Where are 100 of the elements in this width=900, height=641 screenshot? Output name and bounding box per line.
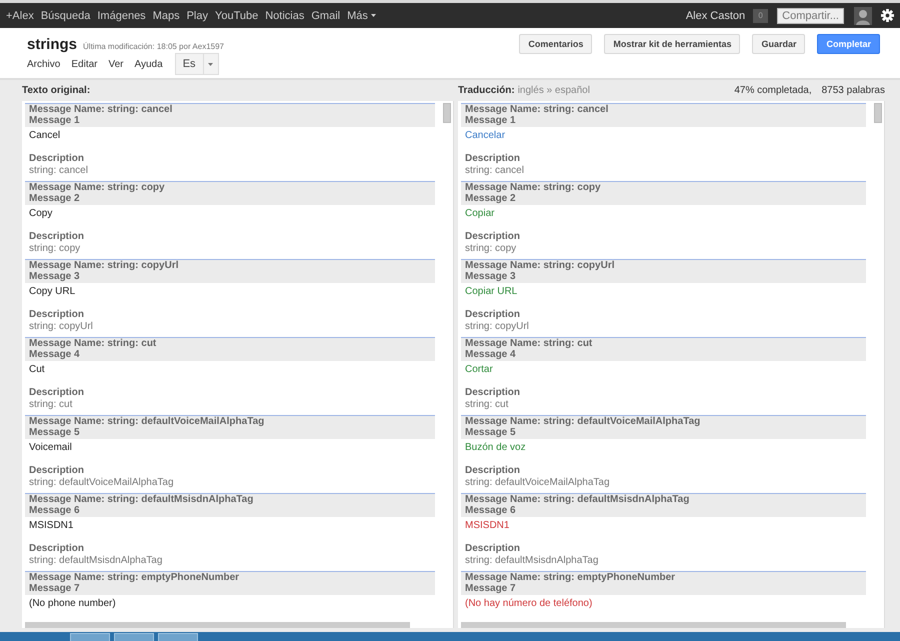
translated-text[interactable]: (No hay número de teléfono) <box>465 596 862 610</box>
description-label: Description <box>465 152 522 164</box>
description-label: Description <box>465 542 522 554</box>
message-number: Message 5 <box>29 427 81 438</box>
message-name: Message Name: string: defaultMsisdnAlphaTag <box>29 494 254 505</box>
description-text: string: cut <box>29 398 74 410</box>
share-button[interactable]: Compartir... <box>777 8 844 24</box>
word-count: 8753 palabras <box>822 85 885 96</box>
menu-item[interactable]: Editar <box>71 58 98 70</box>
description-text: string: copy <box>465 242 518 254</box>
message-name: Message Name: string: copy <box>29 182 166 193</box>
source-text: Cancel <box>29 128 62 142</box>
description-text: string: copyUrl <box>465 320 530 332</box>
horizontal-scrollbar[interactable] <box>461 622 846 628</box>
toolbar-button[interactable]: Mostrar kit de herramientas <box>604 34 740 54</box>
message-number: Message 3 <box>29 271 81 282</box>
message-name: Message Name: string: defaultVoiceMailAlphaTag <box>29 416 266 427</box>
message-number: Message 1 <box>29 115 81 126</box>
translated-text[interactable]: Cancelar <box>465 128 862 142</box>
description-label: Description <box>465 230 522 242</box>
translated-text[interactable]: Copiar <box>465 206 862 220</box>
nav-link[interactable]: Noticias <box>265 10 304 22</box>
translated-text[interactable]: Copiar URL <box>465 284 862 298</box>
nav-link[interactable]: Búsqueda <box>40 10 90 22</box>
message-name: Message Name: string: defaultMsisdnAlphaTag <box>465 494 690 505</box>
avatar[interactable] <box>854 6 872 24</box>
source-text: Voicemail <box>29 440 73 454</box>
source-text: MSISDN1 <box>29 518 74 532</box>
description-text: string: cancel <box>465 164 525 176</box>
message-number: Message 1 <box>465 115 517 126</box>
message-name: Message Name: string: cancel <box>465 104 610 115</box>
description-label: Description <box>29 152 86 164</box>
message-number: Message 2 <box>29 193 81 204</box>
horizontal-scrollbar[interactable] <box>25 622 410 628</box>
message-number: Message 6 <box>465 505 517 516</box>
description-text: string: cancel <box>29 164 89 176</box>
message-number: Message 2 <box>465 193 517 204</box>
source-text: (No phone number) <box>29 596 117 610</box>
description-label: Description <box>29 308 86 320</box>
message-name: Message Name: string: copy <box>465 182 602 193</box>
message-name: Message Name: string: copyUrl <box>29 260 180 271</box>
description-label: Description <box>29 464 86 476</box>
user-name[interactable]: Alex Caston <box>686 10 746 22</box>
taskbar-button[interactable] <box>114 633 154 641</box>
description-label: Description <box>29 386 86 398</box>
language-pair: inglés » español <box>518 85 590 96</box>
translated-text[interactable]: MSISDN1 <box>465 518 862 532</box>
document-title: strings <box>27 36 78 52</box>
nav-link[interactable]: Gmail <box>311 10 340 22</box>
message-number: Message 6 <box>29 505 81 516</box>
settings-icon[interactable] <box>881 9 894 22</box>
message-name: Message Name: string: emptyPhoneNumber <box>465 572 676 583</box>
message-number: Message 4 <box>465 349 517 360</box>
message-number: Message 7 <box>465 583 517 594</box>
description-text: string: defaultVoiceMailAlphaTag <box>465 476 611 488</box>
description-text: string: copy <box>29 242 82 254</box>
nav-link[interactable]: Maps <box>152 10 180 22</box>
nav-link[interactable]: Play <box>186 10 208 22</box>
progress-text: 47% completada, <box>734 85 812 96</box>
message-name: Message Name: string: cut <box>29 338 158 349</box>
description-label: Description <box>465 464 522 476</box>
message-name: Message Name: string: defaultVoiceMailAlphaTag <box>465 416 702 427</box>
caret-icon <box>370 14 376 17</box>
description-label: Description <box>465 308 522 320</box>
menu-item[interactable]: Archivo <box>27 58 60 70</box>
panel-heading: Traducción: <box>458 85 515 96</box>
taskbar-button[interactable] <box>70 633 110 641</box>
panel-heading: Texto original: <box>22 85 90 96</box>
description-text: string: defaultMsisdnAlphaTag <box>29 554 164 566</box>
menu-item[interactable]: Ver <box>108 58 124 70</box>
nav-link[interactable]: Imágenes <box>97 10 146 22</box>
source-text: Cut <box>29 362 46 376</box>
scrollbar-thumb[interactable] <box>874 102 882 122</box>
message-name: Message Name: string: cancel <box>29 104 174 115</box>
description-text: string: defaultMsisdnAlphaTag <box>465 554 600 566</box>
nav-link[interactable]: +Alex <box>6 10 34 22</box>
message-name: Message Name: string: cut <box>465 338 594 349</box>
message-number: Message 7 <box>29 583 81 594</box>
scrollbar-thumb[interactable] <box>443 102 451 122</box>
caret-icon <box>208 62 214 66</box>
toolbar-button[interactable]: Comentarios <box>519 34 592 54</box>
description-label: Description <box>29 542 86 554</box>
message-number: Message 5 <box>465 427 517 438</box>
translated-text[interactable]: Buzón de voz <box>465 440 862 454</box>
more-link[interactable]: Más <box>347 10 376 22</box>
message-number: Message 4 <box>29 349 81 360</box>
language-dropdown[interactable]: Es <box>174 53 219 75</box>
description-label: Description <box>465 386 522 398</box>
source-text: Copy <box>29 206 54 220</box>
description-text: string: defaultVoiceMailAlphaTag <box>29 476 175 488</box>
toolbar-button[interactable]: Guardar <box>752 34 806 54</box>
taskbar-button[interactable] <box>158 633 198 641</box>
description-text: string: copyUrl <box>29 320 94 332</box>
message-name: Message Name: string: emptyPhoneNumber <box>29 572 240 583</box>
description-text: string: cut <box>465 398 510 410</box>
description-label: Description <box>29 230 86 242</box>
source-text: Copy URL <box>29 284 76 298</box>
nav-link[interactable]: YouTube <box>215 10 258 22</box>
translated-text[interactable]: Cortar <box>465 362 862 376</box>
menu-item[interactable]: Ayuda <box>134 58 163 70</box>
